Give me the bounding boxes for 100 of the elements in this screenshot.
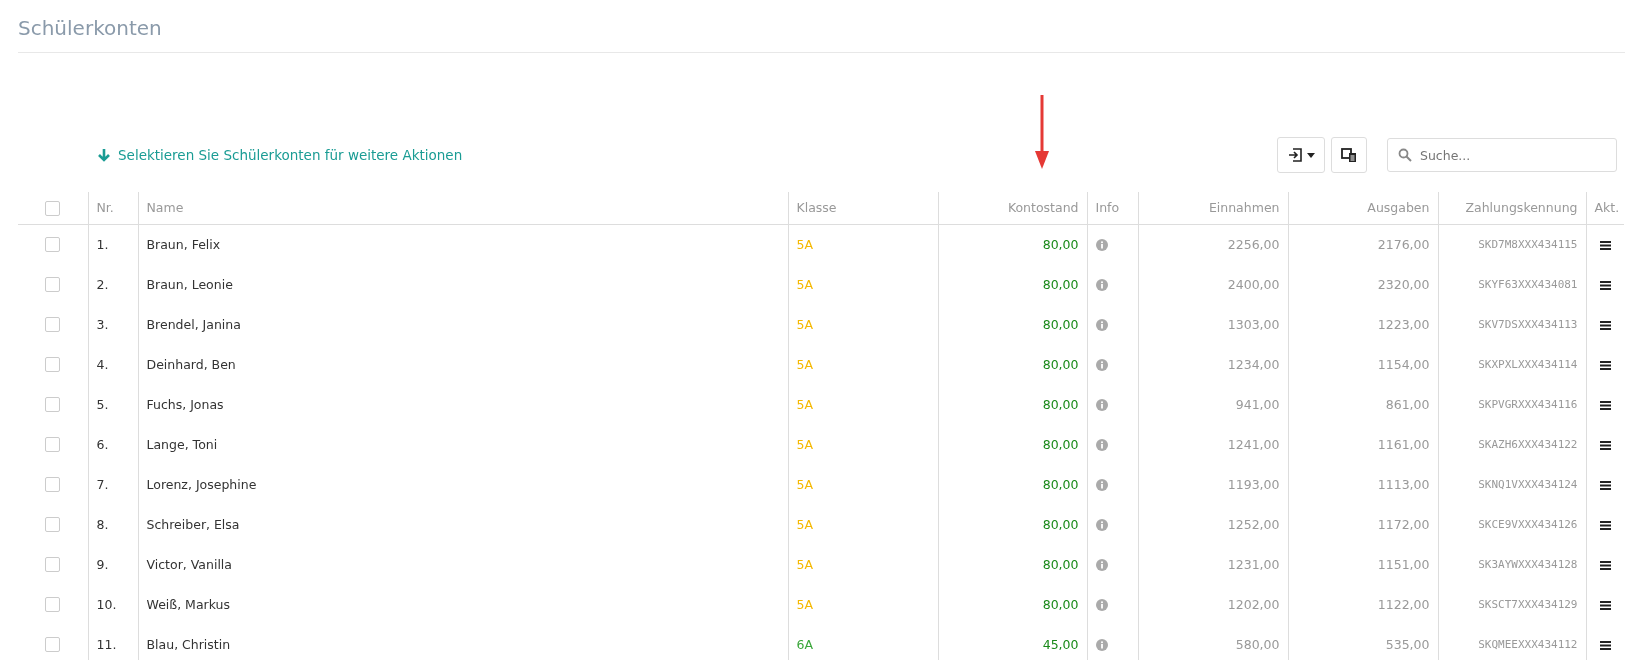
class-label: 5A [788,384,938,424]
income-cell: 1193,00 [1138,464,1288,504]
import-dropdown-button[interactable] [1277,137,1325,173]
balance-cell: 80,00 [938,504,1087,544]
info-icon[interactable] [1095,239,1108,252]
row-checkbox[interactable] [45,437,61,452]
info-icon[interactable] [1095,399,1108,411]
payment-id-cell: SKPVGRXXX434116 [1438,384,1586,424]
columns-button[interactable] [1331,137,1367,173]
row-checkbox[interactable] [45,557,61,572]
income-cell: 1241,00 [1138,424,1288,464]
balance-cell: 80,00 [938,384,1087,424]
column-header: Nr. [88,192,138,224]
expenses-cell: 2176,00 [1288,224,1438,264]
expenses-cell: 2320,00 [1288,264,1438,304]
income-cell: 1252,00 [1138,504,1288,544]
row-number: 8. [88,504,138,544]
student-name: Lange, Toni [138,424,788,464]
row-checkbox[interactable] [45,357,61,372]
arrow-down-icon [98,148,110,162]
class-label: 5A [788,504,938,544]
search-field[interactable]: Suche... [1387,138,1617,172]
student-name: Braun, Leonie [138,264,788,304]
row-checkbox[interactable] [45,517,61,532]
class-label: 5A [788,224,938,264]
row-checkbox[interactable] [45,637,61,652]
menu-icon[interactable] [1599,480,1611,490]
payment-id-cell: SKCE9VXXX434126 [1438,504,1586,544]
student-name: Lorenz, Josephine [138,464,788,504]
row-checkbox[interactable] [45,477,61,492]
payment-id-cell: SKV7DSXXX434113 [1438,304,1586,344]
balance-cell: 80,00 [938,544,1087,584]
menu-icon[interactable] [1599,360,1611,370]
row-number: 9. [88,544,138,584]
income-cell: 1303,00 [1138,304,1288,344]
menu-icon[interactable] [1599,520,1611,530]
student-name: Deinhard, Ben [138,344,788,384]
menu-icon[interactable] [1599,600,1611,610]
column-header: Kontostand [938,192,1087,224]
column-header: Info [1087,192,1138,224]
info-icon[interactable] [1095,479,1108,491]
menu-icon[interactable] [1599,400,1611,410]
payment-id-cell: SKQMEEXXX434112 [1438,624,1586,660]
row-number: 2. [88,264,138,304]
student-name: Fuchs, Jonas [138,384,788,424]
info-icon[interactable] [1095,359,1108,371]
row-checkbox[interactable] [45,277,61,292]
row-number: 11. [88,624,138,660]
payment-id-cell: SKYF63XXX434081 [1438,264,1586,304]
balance-cell: 80,00 [938,584,1087,624]
expenses-cell: 1122,00 [1288,584,1438,624]
class-label: 5A [788,304,938,344]
expenses-cell: 1113,00 [1288,464,1438,504]
row-number: 10. [88,584,138,624]
row-checkbox[interactable] [45,397,61,412]
info-icon[interactable] [1095,319,1108,331]
menu-icon[interactable] [1599,280,1611,290]
payment-id-cell: SK3AYWXXX434128 [1438,544,1586,584]
payment-id-cell: SKNQ1VXXX434124 [1438,464,1586,504]
info-icon[interactable] [1095,439,1108,451]
payment-id-cell: SKSCT7XXX434129 [1438,584,1586,624]
income-cell: 941,00 [1138,384,1288,424]
payment-id-cell: SKXPXLXXX434114 [1438,344,1586,384]
expenses-cell: 1223,00 [1288,304,1438,344]
row-checkbox[interactable] [45,597,61,612]
info-icon[interactable] [1095,559,1108,571]
search-icon [1398,148,1412,162]
row-checkbox[interactable] [45,317,61,332]
income-cell: 1234,00 [1138,344,1288,384]
info-icon[interactable] [1095,519,1108,531]
row-number: 4. [88,344,138,384]
income-cell: 2256,00 [1138,224,1288,264]
info-icon[interactable] [1095,639,1108,651]
class-label: 5A [788,584,938,624]
balance-cell: 80,00 [938,304,1087,344]
student-name: Brendel, Janina [138,304,788,344]
row-number: 3. [88,304,138,344]
income-cell: 1202,00 [1138,584,1288,624]
income-cell: 2400,00 [1138,264,1288,304]
student-name: Victor, Vanilla [138,544,788,584]
menu-icon[interactable] [1599,240,1611,250]
menu-icon[interactable] [1599,560,1611,570]
expenses-cell: 1151,00 [1288,544,1438,584]
column-header: Ausgaben [1288,192,1438,224]
select-all-checkbox[interactable] [45,200,61,216]
balance-cell: 80,00 [938,464,1087,504]
menu-icon[interactable] [1599,640,1611,650]
payment-id-cell: SKAZH6XXX434122 [1438,424,1586,464]
menu-icon[interactable] [1599,320,1611,330]
expenses-cell: 1154,00 [1288,344,1438,384]
column-header: Name [138,192,788,224]
caret-icon [1306,152,1315,158]
class-label: 5A [788,424,938,464]
row-number: 7. [88,464,138,504]
class-label: 5A [788,264,938,304]
info-icon[interactable] [1095,279,1108,291]
info-icon[interactable] [1095,599,1108,611]
row-number: 5. [88,384,138,424]
menu-icon[interactable] [1599,440,1611,450]
row-checkbox[interactable] [45,237,61,253]
